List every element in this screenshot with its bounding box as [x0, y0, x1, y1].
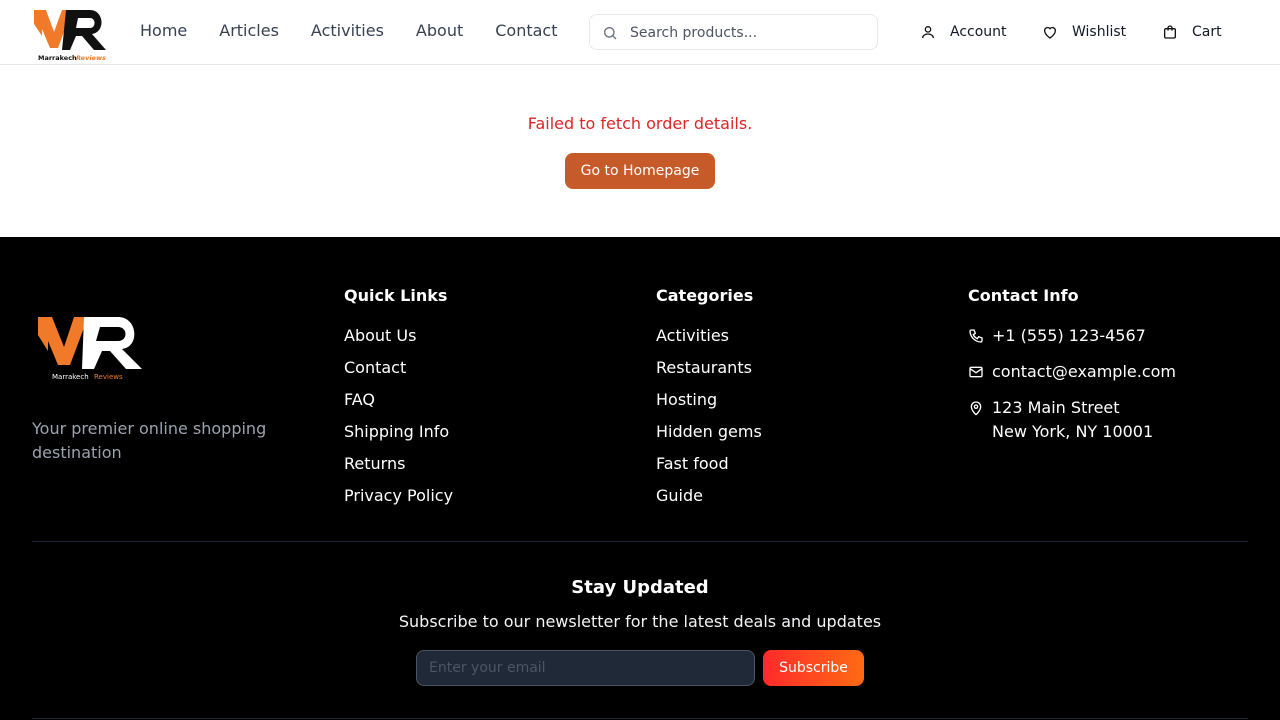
category-link-activities[interactable]: Activities: [656, 328, 762, 344]
search-icon: [604, 27, 617, 40]
account-link[interactable]: Account: [920, 22, 1007, 42]
categories-column: Categories Activities Restaurants Hostin…: [656, 288, 762, 520]
shopping-bag-icon: [1164, 25, 1176, 39]
search-input[interactable]: [630, 23, 860, 43]
nav-about[interactable]: About: [416, 20, 463, 42]
mail-icon: [969, 366, 983, 378]
categories-heading: Categories: [656, 286, 754, 305]
heart-icon: [1044, 26, 1056, 39]
svg-text:Reviews: Reviews: [94, 373, 123, 381]
category-link-guide[interactable]: Guide: [656, 488, 762, 504]
nav-activities[interactable]: Activities: [311, 20, 384, 42]
footer-link-about-us[interactable]: About Us: [344, 328, 453, 344]
wishlist-link[interactable]: Wishlist: [1042, 22, 1126, 42]
footer-bottom-divider: [32, 718, 1248, 719]
quick-links-heading: Quick Links: [344, 286, 448, 305]
contact-phone[interactable]: +1 (555) 123-4567: [968, 324, 1146, 348]
phone-icon: [969, 329, 983, 343]
contact-email[interactable]: contact@example.com: [968, 360, 1176, 384]
cart-label: Cart: [1192, 24, 1222, 40]
brand-logo[interactable]: Marrakech Reviews: [32, 6, 110, 62]
footer-link-returns[interactable]: Returns: [344, 456, 453, 472]
contact-address: 123 Main Street New York, NY 10001: [968, 396, 1153, 444]
search-box[interactable]: [589, 14, 878, 50]
contact-info-column: Contact Info: [968, 288, 1079, 328]
main-nav: Home Articles Activities About Contact: [140, 20, 589, 42]
newsletter-description: Subscribe to our newsletter for the late…: [398, 612, 882, 631]
go-to-homepage-button[interactable]: Go to Homepage: [565, 153, 715, 189]
address-line-1: 123 Main Street: [992, 398, 1120, 417]
category-link-hosting[interactable]: Hosting: [656, 392, 762, 408]
footer-link-privacy-policy[interactable]: Privacy Policy: [344, 488, 453, 504]
newsletter-email-input[interactable]: [416, 650, 755, 686]
wishlist-label: Wishlist: [1072, 24, 1127, 40]
site-header: Marrakech Reviews Home Articles Activiti…: [0, 0, 1280, 65]
error-message: Failed to fetch order details.: [527, 114, 753, 133]
email-address: contact@example.com: [992, 362, 1176, 381]
nav-home[interactable]: Home: [140, 20, 187, 42]
svg-text:Reviews: Reviews: [76, 54, 106, 62]
footer-logo[interactable]: Marrakech Reviews: [36, 311, 152, 383]
user-icon: [922, 26, 934, 39]
footer-link-faq[interactable]: FAQ: [344, 392, 453, 408]
quick-links-column: Quick Links About Us Contact FAQ Shippin…: [344, 288, 453, 520]
subscribe-button[interactable]: Subscribe: [763, 650, 864, 686]
contact-info-heading: Contact Info: [968, 286, 1079, 305]
account-label: Account: [950, 24, 1007, 40]
logo-wordmark: Marrakech: [38, 54, 77, 62]
nav-contact[interactable]: Contact: [495, 20, 557, 42]
map-pin-icon: [970, 401, 982, 416]
cart-link[interactable]: Cart: [1162, 22, 1222, 42]
footer-divider: [32, 541, 1248, 542]
phone-number: +1 (555) 123-4567: [992, 326, 1146, 345]
newsletter-title: Stay Updated: [571, 577, 709, 598]
footer-link-contact[interactable]: Contact: [344, 360, 453, 376]
category-link-fast-food[interactable]: Fast food: [656, 456, 762, 472]
footer-tagline: Your premier online shopping destination: [32, 419, 267, 462]
nav-articles[interactable]: Articles: [219, 20, 279, 42]
address-line-2: New York, NY 10001: [992, 422, 1154, 441]
footer-logo-wordmark: Marrakech: [52, 373, 89, 381]
category-link-hidden-gems[interactable]: Hidden gems: [656, 424, 762, 440]
category-link-restaurants[interactable]: Restaurants: [656, 360, 762, 376]
site-footer: Marrakech Reviews Your premier online sh…: [0, 237, 1280, 720]
footer-link-shipping-info[interactable]: Shipping Info: [344, 424, 453, 440]
